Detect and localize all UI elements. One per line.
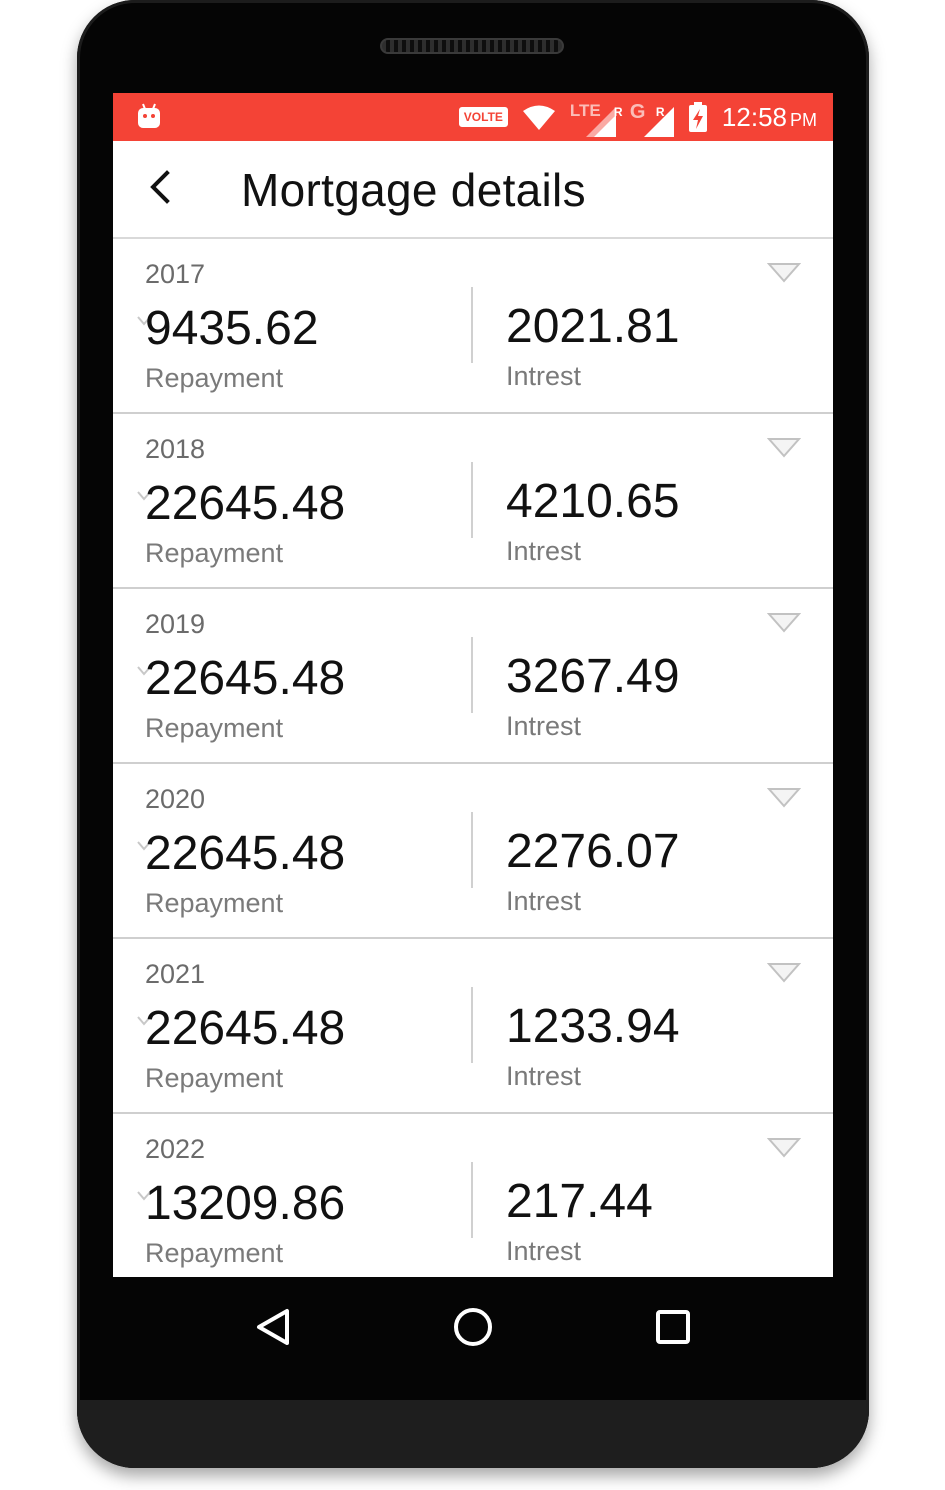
divider [471, 987, 473, 1063]
signal-icon-2 [643, 107, 674, 137]
year-label: 2019 [145, 609, 206, 639]
interest-label: Intrest [506, 886, 582, 916]
list-item[interactable]: 2017 9435.62 Repayment 2021.81 Intrest [113, 239, 833, 414]
divider [471, 812, 473, 888]
expand-triangle-icon[interactable] [767, 961, 801, 985]
speaker-grille [380, 38, 564, 54]
android-debug-icon [138, 103, 160, 128]
page-title: Mortgage details [241, 164, 586, 216]
interest-label: Intrest [506, 536, 582, 566]
repayment-value: 22645.48 [145, 827, 346, 880]
expand-triangle-icon[interactable] [767, 1136, 801, 1160]
interest-value: 1233.94 [506, 1000, 680, 1053]
interest-value: 217.44 [506, 1175, 653, 1228]
interest-value: 4210.65 [506, 475, 680, 528]
repayment-value: 22645.48 [145, 652, 346, 705]
divider [471, 462, 473, 538]
year-label: 2022 [145, 1134, 206, 1164]
repayment-value: 22645.48 [145, 477, 346, 530]
circle-home-icon[interactable] [449, 1303, 497, 1351]
interest-label: Intrest [506, 711, 582, 741]
year-label: 2020 [145, 784, 206, 814]
interest-value: 3267.49 [506, 650, 680, 703]
expand-triangle-icon[interactable] [767, 261, 801, 285]
app-bar: Mortgage details [113, 141, 833, 239]
repayment-label: Repayment [145, 888, 284, 918]
list-item[interactable]: 2019 22645.48 Repayment 3267.49 Intrest [113, 589, 833, 764]
volte-badge: VOLTE [458, 107, 508, 127]
status-bar: VOLTE LTE R G R 12:58 PM [113, 93, 833, 141]
list-item[interactable]: 2022 13209.86 Repayment 217.44 Intrest [113, 1114, 833, 1277]
list-item[interactable]: 2018 22645.48 Repayment 4210.65 Intrest [113, 414, 833, 589]
expand-triangle-icon[interactable] [767, 611, 801, 635]
navigation-bar [113, 1277, 833, 1377]
status-icons: VOLTE LTE R G R 12:58 PM [458, 93, 817, 141]
list-item[interactable]: 2020 22645.48 Repayment 2276.07 Intrest [113, 764, 833, 939]
year-label: 2018 [145, 434, 206, 464]
triangle-back-icon[interactable] [249, 1303, 297, 1351]
repayment-label: Repayment [145, 1063, 284, 1093]
interest-value: 2021.81 [506, 300, 680, 353]
clock: 12:58 PM [722, 102, 817, 133]
chevron-left-icon[interactable] [141, 167, 181, 207]
signal-g: G R [628, 97, 674, 137]
repayment-value: 22645.48 [145, 1002, 346, 1055]
repayment-label: Repayment [145, 1238, 284, 1268]
clock-time: 12:58 [721, 101, 787, 132]
year-label: 2021 [145, 959, 206, 989]
expand-triangle-icon[interactable] [767, 786, 801, 810]
interest-label: Intrest [506, 1236, 582, 1266]
divider [471, 637, 473, 713]
divider [471, 287, 473, 363]
repayment-value: 9435.62 [145, 302, 319, 355]
screen: VOLTE LTE R G R 12:58 PM Mortgage detail… [113, 93, 833, 1277]
repayment-label: Repayment [145, 538, 284, 568]
clock-ampm: PM [790, 109, 817, 130]
repayment-label: Repayment [145, 363, 284, 393]
signal-icon [585, 107, 616, 137]
interest-value: 2276.07 [506, 825, 680, 878]
battery-charging-icon [688, 102, 707, 132]
repayment-label: Repayment [145, 713, 284, 743]
interest-label: Intrest [506, 361, 582, 391]
year-label: 2017 [145, 259, 206, 289]
divider [471, 1162, 473, 1238]
interest-label: Intrest [506, 1061, 582, 1091]
phone-chin [77, 1400, 869, 1468]
mortgage-year-list: 2017 9435.62 Repayment 2021.81 Intrest 2… [113, 239, 833, 1277]
expand-triangle-icon[interactable] [767, 436, 801, 460]
square-recents-icon[interactable] [649, 1303, 697, 1351]
repayment-value: 13209.86 [145, 1177, 346, 1230]
list-item[interactable]: 2021 22645.48 Repayment 1233.94 Intrest [113, 939, 833, 1114]
wifi-icon [522, 105, 555, 130]
signal-lte: LTE R [570, 97, 623, 137]
